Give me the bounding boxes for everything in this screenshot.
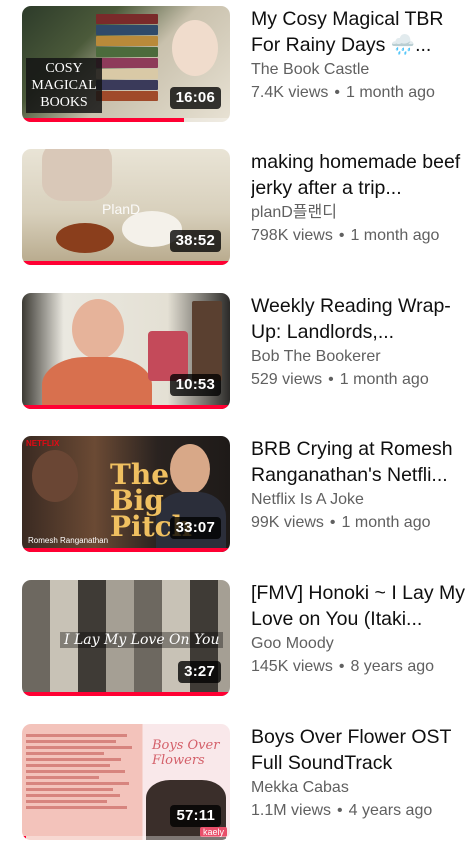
watch-progress-bar <box>22 405 230 409</box>
video-title[interactable]: Weekly Reading Wrap-Up: Landlords,... <box>251 293 469 345</box>
upload-age: 1 month ago <box>350 227 440 244</box>
duration-badge: 33:07 <box>169 517 221 539</box>
separator-dot: • <box>338 227 345 244</box>
channel-name[interactable]: Bob The Bookerer <box>251 346 469 368</box>
upload-age: 1 month ago <box>339 371 429 388</box>
channel-name[interactable]: Netflix Is A Joke <box>251 489 469 511</box>
watch-progress-bar <box>22 261 230 265</box>
channel-name[interactable]: Mekka Cabas <box>251 777 469 799</box>
video-thumbnail[interactable]: COSY MAGICAL BOOKS 16:06 <box>22 6 230 122</box>
thumbnail-caption: Romesh Ranganathan <box>28 536 109 545</box>
shirt-graphic <box>42 357 152 409</box>
separator-dot: • <box>338 658 345 675</box>
person-graphic <box>172 20 218 76</box>
video-item[interactable]: NETFLIX The Big Pitch Romesh Ranganathan… <box>0 430 474 554</box>
video-stats: 798K views • 1 month ago <box>251 224 469 248</box>
video-meta: BRB Crying at Romesh Ranganathan's Netfl… <box>251 436 469 535</box>
video-thumbnail[interactable]: PlanD 38:52 <box>22 149 230 265</box>
duration-badge: 57:11 <box>170 805 221 827</box>
video-stats: 145K views • 8 years ago <box>251 655 469 679</box>
video-thumbnail[interactable]: Boys Over Flowers kaely 57:11 <box>22 724 230 840</box>
view-count: 7.4K views <box>251 84 329 101</box>
view-count: 145K views <box>251 658 333 675</box>
video-stats: 1.1M views • 4 years ago <box>251 799 469 823</box>
watch-progress-bar <box>22 118 185 122</box>
channel-name[interactable]: The Book Castle <box>251 59 469 81</box>
upload-age: 1 month ago <box>345 84 435 101</box>
video-title[interactable]: My Cosy Magical TBR For Rainy Days 🌧️... <box>251 6 469 58</box>
thumbnail-title-text: I Lay My Love On You <box>60 632 224 648</box>
view-count: 529 views <box>251 371 323 388</box>
upload-age: 1 month ago <box>341 514 431 531</box>
person-graphic <box>32 450 78 502</box>
upload-age: 8 years ago <box>350 658 435 675</box>
view-count: 798K views <box>251 227 333 244</box>
video-meta: Weekly Reading Wrap-Up: Landlords,... Bo… <box>251 293 469 392</box>
video-item[interactable]: PlanD 38:52 making homemade beef jerky a… <box>0 143 474 267</box>
watch-progress-bar <box>22 548 230 552</box>
separator-dot: • <box>329 514 336 531</box>
video-item[interactable]: 10:53 Weekly Reading Wrap-Up: Landlords,… <box>0 287 474 411</box>
thumbnail-watermark: PlanD <box>102 201 141 217</box>
video-title[interactable]: making homemade beef jerky after a trip.… <box>251 149 469 201</box>
thumbnail-title-text: COSY MAGICAL BOOKS <box>26 58 102 113</box>
video-item[interactable]: COSY MAGICAL BOOKS 16:06 My Cosy Magical… <box>0 0 474 124</box>
duration-badge: 10:53 <box>169 374 221 396</box>
video-thumbnail[interactable]: I Lay My Love On You 3:27 <box>22 580 230 696</box>
video-item[interactable]: I Lay My Love On You 3:27 [FMV] Honoki ~… <box>0 574 474 698</box>
video-meta: [FMV] Honoki ~ I Lay My Love on You (Ita… <box>251 580 469 679</box>
duration-badge: 3:27 <box>178 661 221 683</box>
tracklist-graphic <box>26 732 138 812</box>
channel-name[interactable]: planD플랜디 <box>251 202 469 224</box>
video-stats: 529 views • 1 month ago <box>251 368 469 392</box>
separator-dot: • <box>334 84 340 101</box>
video-meta: making homemade beef jerky after a trip.… <box>251 149 469 248</box>
separator-dot: • <box>337 802 343 819</box>
video-meta: My Cosy Magical TBR For Rainy Days 🌧️...… <box>251 6 469 105</box>
video-title[interactable]: BRB Crying at Romesh Ranganathan's Netfl… <box>251 436 469 488</box>
person-graphic <box>72 299 124 359</box>
channel-name[interactable]: Goo Moody <box>251 633 469 655</box>
watch-progress-bar <box>22 836 27 840</box>
person-graphic <box>42 149 112 201</box>
upload-age: 4 years ago <box>348 802 433 819</box>
video-title[interactable]: Boys Over Flower OST Full SoundTrack <box>251 724 469 776</box>
duration-badge: 38:52 <box>169 230 221 252</box>
video-meta: Boys Over Flower OST Full SoundTrack Mek… <box>251 724 469 823</box>
video-thumbnail[interactable]: NETFLIX The Big Pitch Romesh Ranganathan… <box>22 436 230 552</box>
video-item[interactable]: Boys Over Flowers kaely 57:11 Boys Over … <box>0 718 474 842</box>
video-stats: 7.4K views • 1 month ago <box>251 81 469 105</box>
separator-dot: • <box>328 371 334 388</box>
food-plate-graphic <box>56 223 114 253</box>
netflix-logo: NETFLIX <box>26 439 60 448</box>
thumbnail-title-text: Boys Over Flowers <box>152 738 220 768</box>
video-title[interactable]: [FMV] Honoki ~ I Lay My Love on You (Ita… <box>251 580 469 632</box>
watch-progress-bar <box>22 692 230 696</box>
video-thumbnail[interactable]: 10:53 <box>22 293 230 409</box>
video-stats: 99K views • 1 month ago <box>251 511 469 535</box>
book-stack-graphic <box>96 14 158 112</box>
video-list: COSY MAGICAL BOOKS 16:06 My Cosy Magical… <box>0 0 474 844</box>
view-count: 99K views <box>251 514 324 531</box>
duration-badge: 16:06 <box>169 87 221 109</box>
view-count: 1.1M views <box>251 802 332 819</box>
bookshelf-graphic <box>192 301 222 381</box>
